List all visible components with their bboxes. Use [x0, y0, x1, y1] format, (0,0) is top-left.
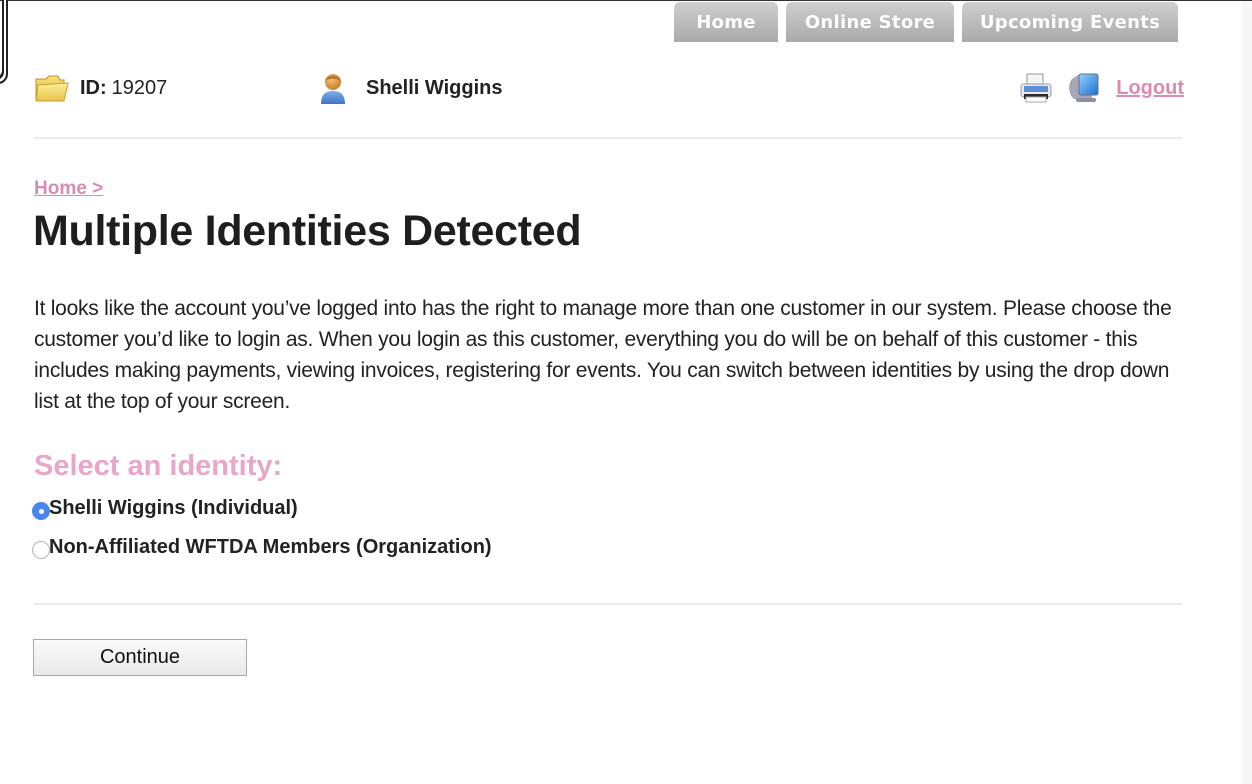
tab-online-store[interactable]: Online Store — [786, 2, 954, 42]
scrollbar-gutter — [1242, 1, 1252, 784]
page-title: Multiple Identities Detected — [33, 207, 582, 255]
folder-icon — [34, 71, 70, 105]
logout-link[interactable]: Logout — [1116, 77, 1184, 100]
breadcrumb-home-link[interactable]: Home > — [34, 178, 103, 200]
identity-option-organization[interactable]: Non-Affiliated WFTDA Members (Organizati… — [32, 536, 492, 559]
top-navigation: Home Online Store Upcoming Events — [674, 2, 1178, 42]
identity-radio-individual[interactable] — [32, 501, 50, 520]
user-icon — [318, 71, 354, 105]
id-label: ID: — [80, 76, 107, 99]
form-divider — [34, 603, 1182, 605]
identity-option-individual[interactable]: Shelli Wiggins (Individual) — [32, 497, 298, 520]
identity-option-label[interactable]: Non-Affiliated WFTDA Members (Organizati… — [49, 536, 492, 559]
printer-icon[interactable] — [1018, 71, 1054, 105]
intro-paragraph: It looks like the account you’ve logged … — [34, 297, 1172, 413]
user-name: Shelli Wiggins — [366, 76, 503, 99]
customer-id: ID: 19207 — [34, 68, 167, 108]
account-info-bar: ID: 19207 Shelli Wiggins Logout — [34, 68, 1184, 108]
tab-upcoming-events[interactable]: Upcoming Events — [962, 2, 1178, 42]
id-value: 19207 — [111, 76, 168, 99]
window-corner-decoration — [0, 0, 8, 84]
window-top-border — [0, 0, 1252, 1]
select-identity-heading: Select an identity: — [34, 450, 283, 482]
header-divider — [34, 137, 1182, 139]
identity-option-label[interactable]: Shelli Wiggins (Individual) — [49, 497, 298, 520]
continue-button[interactable]: Continue — [33, 639, 247, 676]
header-tools: Logout — [1018, 68, 1184, 108]
identity-radio-organization[interactable] — [32, 540, 50, 559]
tab-home[interactable]: Home — [674, 2, 778, 42]
current-user: Shelli Wiggins — [318, 68, 503, 108]
computer-icon[interactable] — [1066, 71, 1102, 105]
